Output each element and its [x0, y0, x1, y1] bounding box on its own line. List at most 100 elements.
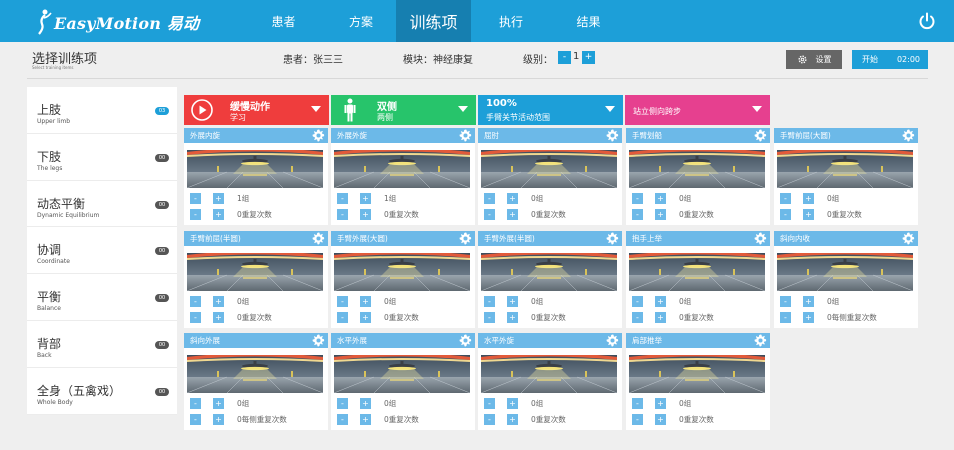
increase-sets-button[interactable]: +	[655, 398, 666, 409]
sidebar-item-2[interactable]: 下肢 The legs 00	[27, 134, 177, 181]
settings-button[interactable]: 设置	[786, 50, 842, 69]
decrease-reps-button[interactable]: -	[632, 209, 643, 220]
increase-sets-button[interactable]: +	[360, 398, 371, 409]
decrease-reps-button[interactable]: -	[337, 312, 348, 323]
exercise-thumbnail[interactable]	[629, 253, 765, 291]
increase-reps-button[interactable]: +	[803, 209, 814, 220]
decrease-reps-button[interactable]: -	[632, 414, 643, 425]
nav-tab-2[interactable]: 方案	[326, 0, 396, 42]
sidebar-item-4[interactable]: 协调 Coordinate 00	[27, 227, 177, 275]
exercise-card[interactable]: 斜向外展 - +0组 - +0每侧重复次数	[184, 333, 328, 430]
nav-tab-1[interactable]: 患者	[241, 0, 326, 42]
nav-tab-5[interactable]: 结果	[551, 0, 626, 42]
increase-reps-button[interactable]: +	[213, 414, 224, 425]
filter-dropdown-3[interactable]: 100% 手臂关节活动范围	[478, 95, 623, 125]
gear-icon[interactable]	[459, 334, 472, 347]
exercise-card[interactable]: 水平外旋 - +0组 - +0重复次数	[478, 333, 622, 430]
decrease-reps-button[interactable]: -	[190, 312, 201, 323]
decrease-reps-button[interactable]: -	[632, 312, 643, 323]
exercise-card[interactable]: 水平外展 - +0组 - +0重复次数	[331, 333, 475, 430]
gear-icon[interactable]	[754, 232, 767, 245]
exercise-card[interactable]: 抱手上举 - +0组 - +0重复次数	[626, 231, 770, 328]
filter-dropdown-2[interactable]: 双侧 两侧	[331, 95, 476, 125]
increase-sets-button[interactable]: +	[803, 193, 814, 204]
exercise-thumbnail[interactable]	[187, 355, 323, 393]
exercise-thumbnail[interactable]	[481, 253, 617, 291]
increase-sets-button[interactable]: +	[213, 296, 224, 307]
increase-reps-button[interactable]: +	[213, 312, 224, 323]
increase-sets-button[interactable]: +	[507, 398, 518, 409]
exercise-card[interactable]: 手臂外展(半圆) - +0组 - +0重复次数	[478, 231, 622, 328]
exercise-thumbnail[interactable]	[777, 253, 913, 291]
increase-reps-button[interactable]: +	[360, 414, 371, 425]
decrease-sets-button[interactable]: -	[190, 193, 201, 204]
decrease-reps-button[interactable]: -	[190, 209, 201, 220]
exercise-card[interactable]: 手臂前屈(半圆) - +0组 - +0重复次数	[184, 231, 328, 328]
level-decrease-button[interactable]: -	[558, 51, 571, 64]
increase-reps-button[interactable]: +	[360, 312, 371, 323]
gear-icon[interactable]	[606, 129, 619, 142]
exercise-card[interactable]: 手臂外展(大圆) - +0组 - +0重复次数	[331, 231, 475, 328]
exercise-card[interactable]: 斜向内收 - +0组 - +0每侧重复次数	[774, 231, 918, 328]
decrease-sets-button[interactable]: -	[484, 296, 495, 307]
increase-sets-button[interactable]: +	[803, 296, 814, 307]
nav-tab-3[interactable]: 训练项	[396, 0, 471, 42]
gear-icon[interactable]	[902, 232, 915, 245]
gear-icon[interactable]	[312, 334, 325, 347]
increase-sets-button[interactable]: +	[360, 193, 371, 204]
exercise-thumbnail[interactable]	[187, 150, 323, 188]
decrease-reps-button[interactable]: -	[484, 312, 495, 323]
decrease-sets-button[interactable]: -	[484, 193, 495, 204]
sidebar-item-6[interactable]: 背部 Back 00	[27, 321, 177, 368]
exercise-thumbnail[interactable]	[481, 355, 617, 393]
nav-tab-4[interactable]: 执行	[471, 0, 551, 42]
decrease-sets-button[interactable]: -	[780, 193, 791, 204]
exercise-card[interactable]: 外展内旋 - +1组 - +0重复次数	[184, 128, 328, 225]
decrease-sets-button[interactable]: -	[632, 296, 643, 307]
increase-reps-button[interactable]: +	[655, 414, 666, 425]
gear-icon[interactable]	[312, 232, 325, 245]
exercise-thumbnail[interactable]	[629, 150, 765, 188]
exercise-card[interactable]: 外展外旋 - +1组 - +0重复次数	[331, 128, 475, 225]
increase-sets-button[interactable]: +	[507, 193, 518, 204]
power-icon[interactable]	[918, 12, 936, 30]
gear-icon[interactable]	[459, 129, 472, 142]
exercise-thumbnail[interactable]	[187, 253, 323, 291]
sidebar-item-3[interactable]: 动态平衡 Dynamic Equilibrium 00	[27, 181, 177, 228]
exercise-thumbnail[interactable]	[334, 253, 470, 291]
increase-reps-button[interactable]: +	[655, 312, 666, 323]
decrease-sets-button[interactable]: -	[337, 398, 348, 409]
filter-dropdown-4[interactable]: 站立侧向跨步	[625, 95, 770, 125]
decrease-sets-button[interactable]: -	[632, 398, 643, 409]
exercise-thumbnail[interactable]	[629, 355, 765, 393]
exercise-card[interactable]: 手臂前屈(大圆) - +0组 - +0重复次数	[774, 128, 918, 225]
decrease-reps-button[interactable]: -	[484, 414, 495, 425]
decrease-reps-button[interactable]: -	[780, 209, 791, 220]
decrease-reps-button[interactable]: -	[190, 414, 201, 425]
increase-reps-button[interactable]: +	[507, 414, 518, 425]
decrease-sets-button[interactable]: -	[780, 296, 791, 307]
sidebar-item-1[interactable]: 上肢 Upper limb 03	[27, 87, 177, 134]
exercise-card[interactable]: 肩部推举 - +0组 - +0重复次数	[626, 333, 770, 430]
increase-sets-button[interactable]: +	[213, 193, 224, 204]
gear-icon[interactable]	[754, 129, 767, 142]
decrease-sets-button[interactable]: -	[337, 193, 348, 204]
filter-dropdown-1[interactable]: 缓慢动作 学习	[184, 95, 329, 125]
decrease-reps-button[interactable]: -	[337, 209, 348, 220]
exercise-thumbnail[interactable]	[334, 355, 470, 393]
sidebar-item-5[interactable]: 平衡 Balance 00	[27, 274, 177, 321]
decrease-reps-button[interactable]: -	[484, 209, 495, 220]
exercise-thumbnail[interactable]	[334, 150, 470, 188]
gear-icon[interactable]	[606, 334, 619, 347]
exercise-card[interactable]: 屈肘 - +0组 - +0重复次数	[478, 128, 622, 225]
increase-reps-button[interactable]: +	[507, 209, 518, 220]
decrease-reps-button[interactable]: -	[337, 414, 348, 425]
exercise-card[interactable]: 手臂划船 - +0组 - +0重复次数	[626, 128, 770, 225]
increase-reps-button[interactable]: +	[655, 209, 666, 220]
decrease-sets-button[interactable]: -	[632, 193, 643, 204]
gear-icon[interactable]	[459, 232, 472, 245]
increase-sets-button[interactable]: +	[360, 296, 371, 307]
decrease-sets-button[interactable]: -	[190, 398, 201, 409]
increase-reps-button[interactable]: +	[360, 209, 371, 220]
decrease-sets-button[interactable]: -	[484, 398, 495, 409]
